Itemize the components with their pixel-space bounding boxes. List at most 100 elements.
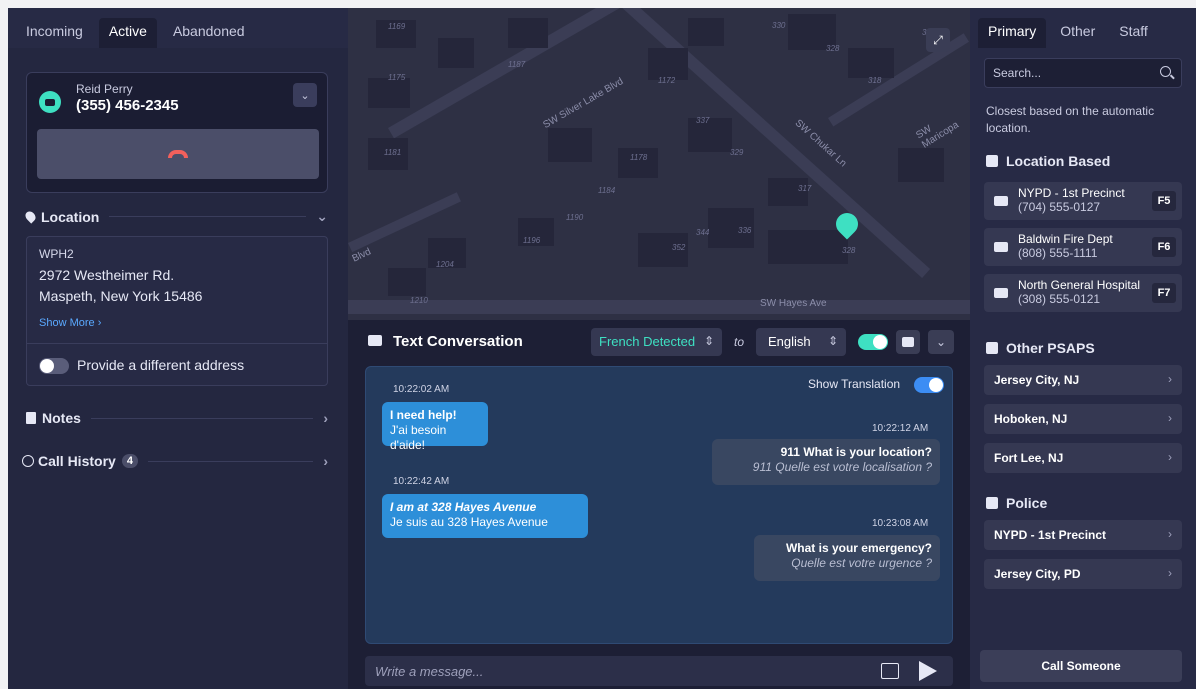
- tab-active[interactable]: Active: [98, 18, 157, 48]
- call-panel: Incoming Active Abandoned Reid Perry (35…: [8, 8, 348, 689]
- dispatch-app: Incoming Active Abandoned Reid Perry (35…: [8, 8, 1196, 689]
- chevron-down-icon[interactable]: ⌄: [928, 330, 954, 354]
- tab-primary[interactable]: Primary: [978, 18, 1047, 48]
- police-item[interactable]: NYPD - 1st Precinct ›: [984, 520, 1182, 550]
- different-address-toggle[interactable]: [39, 358, 69, 374]
- house-number: 317: [798, 184, 812, 193]
- call-history-section-header[interactable]: Call History 4 ›: [22, 453, 328, 469]
- psap-item[interactable]: Fort Lee, NJ ›: [984, 443, 1182, 473]
- notes-section-header[interactable]: Notes ›: [26, 410, 328, 426]
- house-number: 1196: [523, 236, 541, 245]
- chevron-right-icon: ›: [1168, 566, 1172, 580]
- message-timestamp: 10:22:42 AM: [393, 476, 450, 487]
- resource-card[interactable]: NYPD - 1st Precinct (704) 555-0127 F5: [984, 182, 1182, 220]
- message-timestamp: 10:22:02 AM: [393, 384, 450, 395]
- map-building: [508, 18, 548, 48]
- location-section-header[interactable]: Location ⌄: [23, 208, 328, 225]
- police-item[interactable]: Jersey City, PD ›: [984, 559, 1182, 589]
- resource-card[interactable]: North General Hospital (308) 555-0121 F7: [984, 274, 1182, 312]
- call-history-count-badge: 4: [121, 454, 138, 468]
- hangup-button[interactable]: [37, 129, 319, 179]
- show-translation-toggle[interactable]: [914, 377, 944, 393]
- other-psaps-header: Other PSAPS: [986, 340, 1095, 356]
- divider: [109, 216, 307, 217]
- incoming-message: I need help! J'ai besoin d'aide!: [382, 402, 488, 452]
- detected-language-select[interactable]: French Detected ⇕: [591, 328, 722, 356]
- call-tabs: Incoming Active Abandoned: [8, 8, 348, 48]
- chevron-right-icon: ›: [323, 453, 328, 469]
- house-number: 328: [842, 246, 856, 255]
- map-building: [898, 148, 944, 182]
- tab-abandoned[interactable]: Abandoned: [163, 18, 255, 48]
- call-history-label: Call History: [38, 453, 116, 469]
- map-building: [688, 118, 732, 152]
- house-number: 1181: [384, 148, 402, 157]
- map-road: [348, 300, 970, 314]
- search-icon[interactable]: [1160, 66, 1171, 77]
- text-conversation-panel: Text Conversation French Detected ⇕ to E…: [348, 320, 970, 689]
- message-translation: 911 Quelle est votre localisation ?: [752, 460, 932, 474]
- map-view[interactable]: 1169 1175 1181 1187 1172 1178 1184 1190 …: [348, 8, 970, 320]
- caller-dropdown-button[interactable]: ⌄: [293, 83, 317, 107]
- tab-staff[interactable]: Staff: [1109, 18, 1158, 48]
- hotkey-badge: F6: [1152, 237, 1176, 257]
- tab-incoming[interactable]: Incoming: [16, 18, 93, 48]
- resource-phone: (704) 555-0127: [1018, 200, 1101, 214]
- location-header-label: Location: [41, 208, 100, 225]
- hotkey-badge: F5: [1152, 191, 1176, 211]
- chevron-right-icon: ›: [323, 410, 328, 426]
- police-label: Police: [1006, 495, 1048, 511]
- location-based-label: Location Based: [1006, 153, 1111, 169]
- text-message-icon: [39, 91, 61, 113]
- house-number: 1190: [566, 213, 584, 222]
- divider: [90, 417, 314, 419]
- to-label: to: [734, 335, 745, 349]
- resource-search: [984, 58, 1182, 88]
- message-input[interactable]: [365, 656, 865, 686]
- address-code: WPH2: [39, 247, 74, 261]
- chevron-down-icon: ⌄: [316, 208, 328, 224]
- chevron-right-icon: ›: [1168, 372, 1172, 386]
- police-car-icon: [986, 497, 998, 509]
- message-original: I need help!: [390, 408, 457, 422]
- document-icon: [26, 412, 36, 424]
- tab-other[interactable]: Other: [1050, 18, 1105, 48]
- hotkey-badge: F7: [1152, 283, 1176, 303]
- translation-toggle[interactable]: [858, 334, 888, 350]
- message-original: 911 What is your location?: [780, 445, 932, 459]
- send-icon[interactable]: [919, 661, 937, 681]
- message-original: I am at 328 Hayes Avenue: [390, 500, 537, 514]
- house-number: 336: [738, 226, 752, 235]
- house-number: 328: [826, 44, 840, 53]
- translate-icon[interactable]: [896, 330, 920, 354]
- psap-name: Jersey City, NJ: [994, 373, 1080, 387]
- house-number: 344: [696, 228, 710, 237]
- message-translation: Quelle est votre urgence ?: [791, 556, 932, 570]
- house-number: 330: [772, 21, 786, 30]
- chevron-right-icon: ›: [1168, 450, 1172, 464]
- house-number: 352: [672, 243, 686, 252]
- message-original: What is your emergency?: [785, 541, 932, 555]
- chevron-right-icon: ›: [1168, 411, 1172, 425]
- caller-name: Reid Perry: [76, 82, 133, 96]
- different-address-label: Provide a different address: [77, 357, 245, 373]
- police-name: NYPD - 1st Precinct: [994, 528, 1107, 542]
- target-language-value: English: [768, 334, 811, 349]
- map-building: [368, 78, 410, 108]
- image-icon[interactable]: [881, 663, 899, 679]
- resource-phone: (808) 555-1111: [1018, 246, 1098, 260]
- map-building: [768, 230, 808, 264]
- police-header: Police: [986, 495, 1047, 511]
- detected-language-value: French Detected: [599, 334, 696, 349]
- call-someone-button[interactable]: Call Someone: [980, 650, 1182, 682]
- target-language-select[interactable]: English ⇕: [756, 328, 846, 356]
- psap-item[interactable]: Hoboken, NJ ›: [984, 404, 1182, 434]
- expand-map-button[interactable]: ⤢: [926, 28, 950, 52]
- psap-item[interactable]: Jersey City, NJ ›: [984, 365, 1182, 395]
- resource-card[interactable]: Baldwin Fire Dept (808) 555-1111 F6: [984, 228, 1182, 266]
- incoming-message: I am at 328 Hayes Avenue Je suis au 328 …: [382, 494, 588, 538]
- search-input[interactable]: [985, 59, 1155, 87]
- police-car-icon: [994, 196, 1008, 206]
- message-timestamp: 10:23:08 AM: [872, 518, 929, 529]
- show-more-link[interactable]: Show More ›: [39, 317, 101, 329]
